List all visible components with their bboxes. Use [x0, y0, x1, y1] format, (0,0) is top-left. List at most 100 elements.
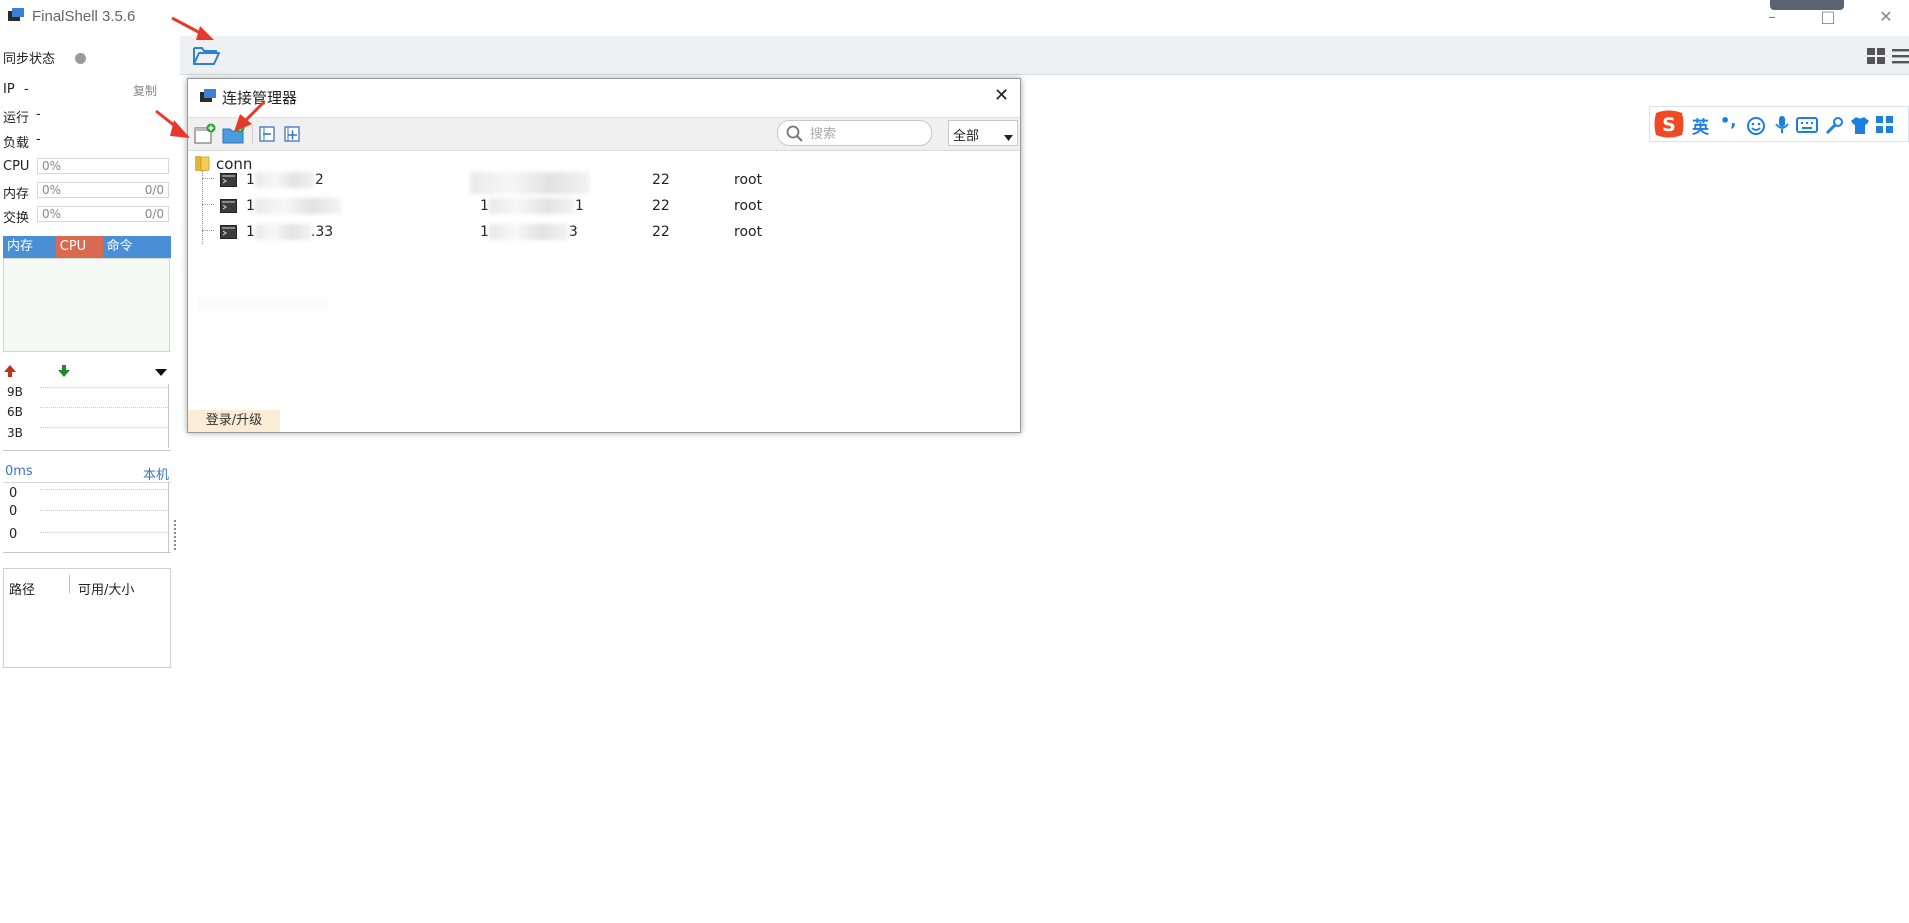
- redacted-blur: [254, 224, 311, 240]
- memory-meter: 0% 0/0: [37, 182, 169, 198]
- tab-memory[interactable]: 内存: [3, 236, 56, 258]
- ping-value: 0: [9, 486, 18, 501]
- ime-punctuation-toggle[interactable]: •,: [1720, 111, 1736, 130]
- dialog-close-button[interactable]: ✕: [994, 85, 1009, 106]
- search-icon: [786, 125, 803, 146]
- tab-command[interactable]: 命令: [102, 236, 171, 258]
- uptime-label: 运行: [3, 111, 30, 126]
- soft-keyboard-icon[interactable]: [1796, 117, 1818, 137]
- ip-value: -: [24, 82, 29, 97]
- connection-port: 22: [652, 198, 670, 214]
- connection-name-tail: 2: [314, 172, 324, 188]
- sogou-logo-letter: S: [1662, 114, 1676, 136]
- search-input[interactable]: [808, 124, 927, 144]
- ime-toolbar: S 英 •,: [1649, 106, 1909, 142]
- net-gridline: [40, 427, 168, 428]
- net-tick: 3B: [7, 426, 23, 440]
- ping-value: 0: [9, 527, 18, 542]
- open-folder-icon[interactable]: [192, 44, 220, 70]
- swap-meter-total: 0/0: [144, 207, 164, 221]
- memory-meter-value: 0%: [42, 183, 62, 197]
- ip-label: IP: [3, 82, 15, 97]
- main-toolbar: [180, 36, 1909, 75]
- ping-value: 0: [9, 504, 18, 519]
- maximize-button[interactable]: □: [1813, 6, 1843, 28]
- terminal-icon: [220, 173, 237, 191]
- copy-ip-button[interactable]: 复制: [133, 82, 157, 99]
- connection-row[interactable]: 1 11 22 root: [188, 195, 1020, 219]
- sync-status-label: 同步状态: [3, 52, 56, 67]
- ime-language-toggle[interactable]: 英: [1692, 113, 1709, 138]
- terminal-icon: [220, 225, 237, 243]
- sync-status-dot-icon: [75, 53, 86, 64]
- filter-select-value: 全部: [953, 129, 980, 144]
- connection-name: 12: [246, 172, 324, 188]
- disk-col-path[interactable]: 路径: [9, 579, 35, 598]
- connection-host-tail: 3: [568, 224, 578, 240]
- minimize-button[interactable]: –: [1757, 6, 1787, 28]
- annotation-arrow: [155, 109, 190, 138]
- tab-cpu[interactable]: CPU: [55, 236, 103, 258]
- connection-port: 22: [652, 224, 670, 240]
- net-chart-baseline: [3, 450, 171, 451]
- connection-user: root: [734, 224, 763, 240]
- connection-host-head: 1: [480, 198, 489, 214]
- ping-chart-border: [168, 482, 169, 552]
- download-arrow-icon: [57, 364, 71, 382]
- cpu-label: CPU: [3, 159, 30, 174]
- connection-name-head: 1: [246, 172, 255, 188]
- cpu-meter-value: 0%: [42, 159, 62, 173]
- login-upgrade-button[interactable]: 登录/升级: [188, 410, 280, 432]
- emoji-icon[interactable]: [1746, 116, 1766, 140]
- network-interface-dropdown-icon[interactable]: [154, 366, 168, 381]
- connection-user: root: [734, 198, 763, 214]
- new-connection-icon[interactable]: [194, 123, 216, 149]
- connection-host-head: 1: [480, 224, 489, 240]
- grid-view-icon[interactable]: [1867, 48, 1885, 68]
- app-title: FinalShell 3.5.6: [32, 8, 136, 25]
- status-panel: 同步状态 IP - 复制 运行 - 负载 - CPU 0% 内存 0% 0/0 …: [0, 36, 176, 923]
- sogou-logo-icon[interactable]: S: [1652, 109, 1686, 139]
- expand-all-icon[interactable]: [284, 126, 300, 146]
- ime-skin-icon[interactable]: [1850, 116, 1870, 139]
- swap-meter: 0% 0/0: [37, 206, 169, 222]
- connection-name: 1: [246, 198, 341, 214]
- redacted-blur: [470, 172, 590, 194]
- net-gridline: [40, 387, 168, 388]
- annotation-arrow: [234, 100, 266, 132]
- ping-chart-baseline: [3, 552, 171, 553]
- process-chart-area: [3, 258, 170, 352]
- connection-user: root: [734, 172, 763, 188]
- voice-input-icon[interactable]: [1774, 115, 1790, 139]
- ping-target-selector[interactable]: 本机: [143, 464, 169, 483]
- connection-name: 1.33: [246, 224, 333, 240]
- ping-chart-topline: [3, 482, 171, 483]
- cpu-meter: 0%: [37, 158, 169, 174]
- connection-port: 22: [652, 172, 670, 188]
- connection-manager-dialog: 连接管理器 ✕ 全部 conn: [187, 78, 1021, 433]
- connection-row[interactable]: 12 22 root: [188, 169, 1020, 194]
- swap-meter-value: 0%: [42, 207, 62, 221]
- ime-tools-icon[interactable]: [1824, 116, 1844, 140]
- net-chart-border: [168, 384, 169, 448]
- annotation-arrow: [171, 16, 214, 40]
- app-logo-icon: [8, 8, 24, 22]
- connection-name-head: 1: [246, 198, 255, 214]
- connection-row[interactable]: 1.33 1 3 22 root: [188, 221, 1020, 245]
- connection-host: 11: [480, 198, 584, 214]
- connection-host: [470, 172, 590, 194]
- list-view-icon[interactable]: [1892, 48, 1909, 68]
- dialog-logo-icon: [200, 89, 216, 107]
- panel-resize-handle-icon[interactable]: [174, 520, 179, 550]
- swap-label: 交换: [3, 211, 30, 226]
- redacted-blur: [254, 172, 315, 188]
- load-label: 负载: [3, 136, 30, 151]
- title-bar: FinalShell 3.5.6 – □ ✕: [0, 0, 1909, 34]
- ping-latency: 0ms: [5, 464, 33, 479]
- filter-select[interactable]: 全部: [948, 120, 1018, 146]
- ime-toolbox-icon[interactable]: [1876, 116, 1894, 138]
- disk-col-free-size[interactable]: 可用/大小: [78, 579, 134, 598]
- close-button[interactable]: ✕: [1871, 6, 1901, 28]
- disk-table: 路径 可用/大小: [3, 568, 171, 668]
- search-box: [777, 120, 932, 146]
